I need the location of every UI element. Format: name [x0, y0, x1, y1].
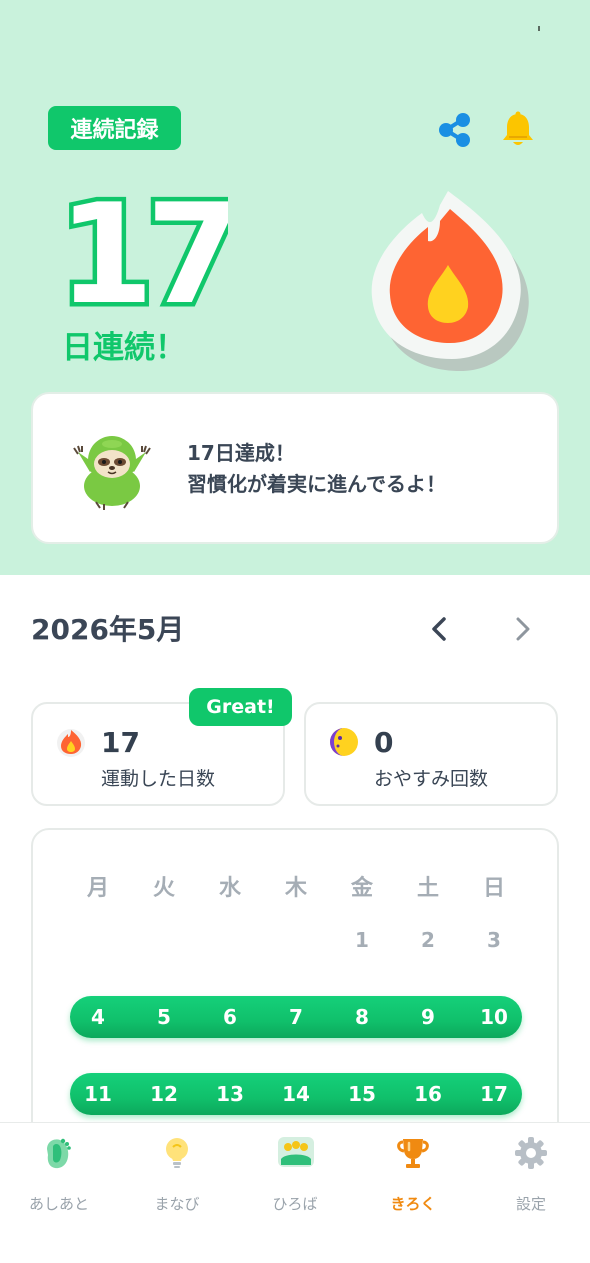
calendar-day[interactable]: [131, 928, 197, 952]
status-indicator: [538, 26, 540, 31]
tab-label: まなび: [154, 1195, 200, 1213]
moon-icon: [328, 726, 360, 758]
calendar-day[interactable]: [65, 928, 131, 952]
plaza-icon: [277, 1135, 314, 1171]
flame-icon: [371, 191, 529, 371]
exercise-days-value: 17: [101, 726, 140, 759]
weekday-label: 水: [218, 876, 241, 901]
weekday-label: 金: [350, 876, 373, 901]
calendar-day[interactable]: 9: [395, 1005, 461, 1029]
calendar-day[interactable]: 13: [197, 1082, 263, 1106]
share-icon: [439, 113, 470, 147]
calendar-day[interactable]: 1: [329, 928, 395, 952]
message-card: 17日達成！ 習慣化が着実に進んでるよ！: [31, 392, 559, 544]
message-line-1: 17日達成！: [187, 441, 295, 465]
calendar-day[interactable]: 16: [395, 1082, 461, 1106]
weekday-label: 日: [482, 876, 505, 901]
calendar-day[interactable]: 10: [461, 1005, 527, 1029]
calendar-day[interactable]: 8: [329, 1005, 395, 1029]
tab-settings[interactable]: 設定: [472, 1135, 590, 1215]
weekday-label: 火: [152, 876, 175, 901]
trophy-icon: [395, 1135, 431, 1171]
share-button[interactable]: [432, 108, 476, 152]
message-line-2: 習慣化が着実に進んでるよ！: [187, 472, 446, 496]
prev-month-button[interactable]: [422, 612, 456, 646]
flame-badge: [360, 183, 535, 373]
calendar-day[interactable]: 14: [263, 1082, 329, 1106]
month-label: 2026年5月: [31, 613, 185, 646]
bell-icon: [503, 111, 533, 145]
message-text: 17日達成！ 習慣化が着実に進んでるよ！: [187, 438, 446, 500]
tab-ashiato[interactable]: あしあと: [0, 1135, 118, 1215]
streak-count: 17: [54, 170, 247, 340]
calendar-day[interactable]: 6: [197, 1005, 263, 1029]
sloth-mascot-icon: [68, 424, 156, 512]
weekday-label: 月: [86, 876, 109, 901]
notification-button[interactable]: [496, 108, 540, 152]
flame-small-icon: [55, 726, 87, 758]
tab-hiroba[interactable]: ひろば: [236, 1135, 354, 1215]
calendar-day[interactable]: 7: [263, 1005, 329, 1029]
calendar-day[interactable]: [197, 928, 263, 952]
bottom-tab-bar: あしあと まなび ひろば きろく 設定: [0, 1122, 590, 1263]
tab-kiroku[interactable]: きろく: [354, 1135, 472, 1215]
calendar-day[interactable]: [263, 928, 329, 952]
gear-icon: [513, 1135, 549, 1171]
calendar-day[interactable]: 2: [395, 928, 461, 952]
calendar-day[interactable]: 3: [461, 928, 527, 952]
rest-count-card: 0 おやすみ回数: [304, 702, 558, 806]
calendar-week-3: 11 12 13 14 15 16 17: [65, 1082, 527, 1106]
page-title: 連続記録: [48, 106, 181, 150]
great-badge: Great!: [189, 688, 292, 726]
calendar-day[interactable]: 4: [65, 1005, 131, 1029]
calendar-day[interactable]: 11: [65, 1082, 131, 1106]
chevron-right-icon: [516, 617, 530, 641]
rest-count-label: おやすみ回数: [374, 768, 489, 790]
weekday-header: 月 火 水 木 金 土 日: [65, 870, 527, 902]
footprint-icon: [41, 1135, 77, 1171]
weekday-label: 木: [284, 876, 307, 901]
exercise-days-label: 運動した日数: [101, 768, 216, 790]
hero-section: 連続記録 17 日連続！ 17日達成！ 習慣化が着実に進んでるよ！: [0, 0, 590, 575]
lightbulb-icon: [159, 1135, 195, 1171]
tab-label: きろく: [390, 1195, 436, 1213]
calendar: 月 火 水 木 金 土 日 1 2 3 4 5 6 7 8 9 10 11 12…: [31, 828, 559, 1158]
weekday-label: 土: [416, 876, 439, 901]
calendar-day[interactable]: 15: [329, 1082, 395, 1106]
tab-label: 設定: [515, 1195, 546, 1213]
streak-label: 日連続！: [62, 330, 186, 366]
calendar-week-1: 1 2 3: [65, 928, 527, 952]
calendar-week-2: 4 5 6 7 8 9 10: [65, 1005, 527, 1029]
tab-label: あしあと: [28, 1195, 89, 1213]
calendar-day[interactable]: 17: [461, 1082, 527, 1106]
next-month-button[interactable]: [506, 612, 540, 646]
chevron-left-icon: [432, 617, 446, 641]
tab-manabi[interactable]: まなび: [118, 1135, 236, 1215]
calendar-day[interactable]: 12: [131, 1082, 197, 1106]
tab-label: ひろば: [272, 1195, 318, 1213]
rest-count-value: 0: [374, 726, 394, 759]
streak-number: 17: [58, 186, 228, 316]
calendar-day[interactable]: 5: [131, 1005, 197, 1029]
